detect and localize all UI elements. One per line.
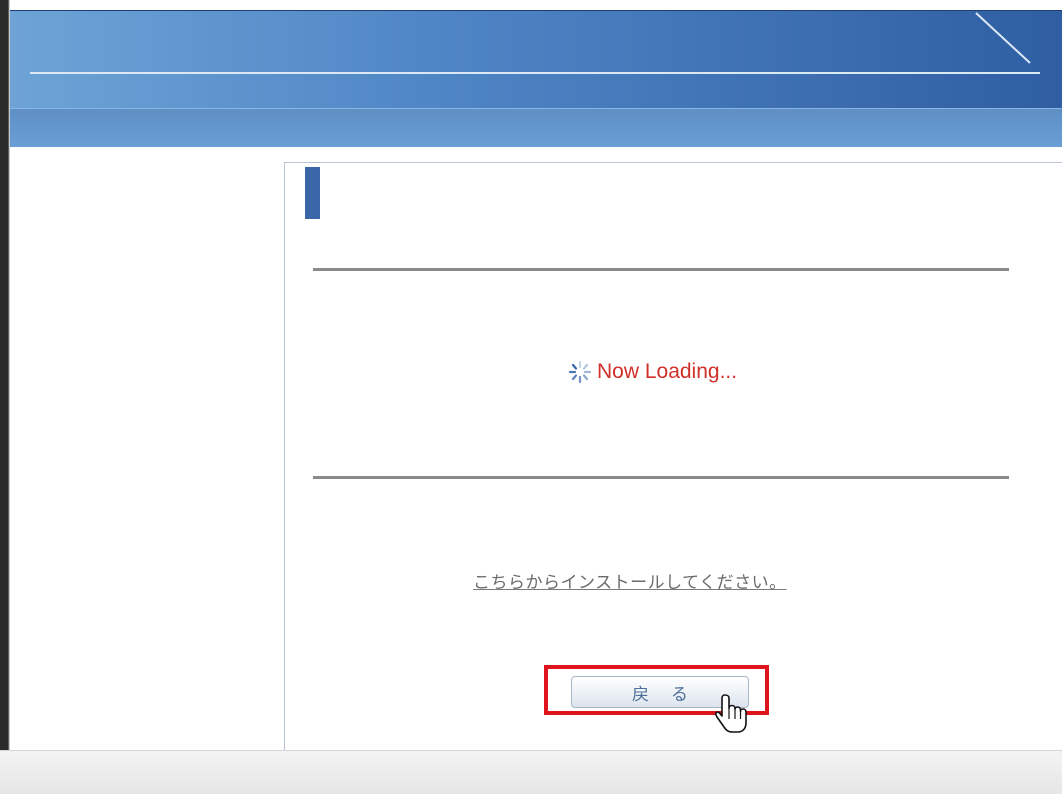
install-link[interactable]: こちらからインストールしてください。	[473, 568, 853, 593]
spinner-icon	[568, 360, 592, 384]
loading-indicator: Now Loading...	[567, 359, 737, 385]
loading-text: Now Loading...	[597, 360, 738, 383]
browser-page: Now Loading... こちらからインストールしてください。 戻る	[0, 0, 1062, 794]
window-edge	[0, 0, 10, 794]
header-banner	[10, 10, 1062, 109]
header-decoration	[975, 12, 1031, 64]
main-content-panel: Now Loading... こちらからインストールしてください。 戻る	[284, 162, 1062, 751]
status-bar	[0, 750, 1062, 794]
navigation-bar	[10, 108, 1062, 147]
title-accent-bar	[305, 167, 320, 219]
bottom-divider	[313, 476, 1009, 479]
hand-pointer-icon	[715, 694, 747, 733]
top-divider	[313, 268, 1009, 271]
